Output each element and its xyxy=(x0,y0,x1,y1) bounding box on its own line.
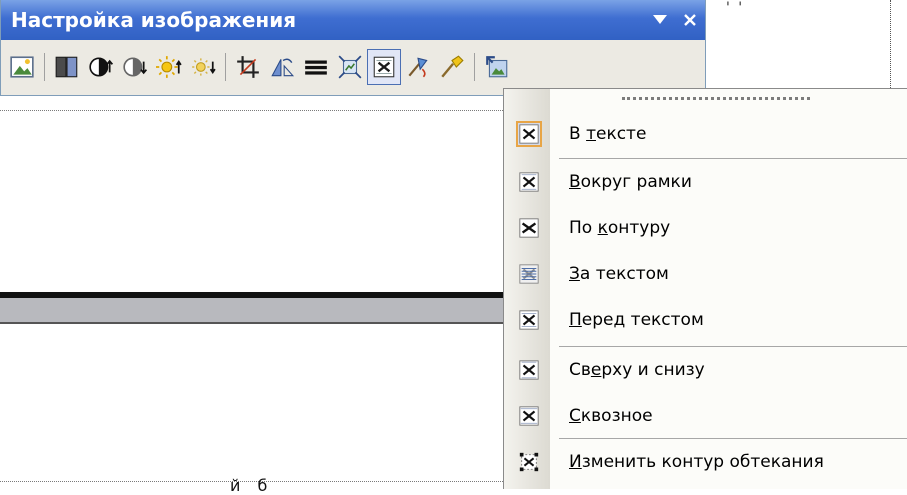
reset-picture-button[interactable] xyxy=(480,49,514,85)
menu-separator xyxy=(559,438,907,439)
format-picture-icon xyxy=(408,57,428,78)
in-front-of-text-icon xyxy=(519,310,539,330)
wrap-menu-item-through-wrap[interactable]: Сквозное xyxy=(504,393,907,439)
insert-picture-icon xyxy=(10,56,34,78)
wrap-menu-item-tight-wrap[interactable]: По контуру xyxy=(504,205,907,251)
menu-item-icon xyxy=(516,403,542,429)
menu-item-label: Сверху и снизу xyxy=(569,347,705,393)
text-wrapping-menu: В тексте Вокруг рамки По контуру За текстом… xyxy=(503,88,907,489)
crop-button[interactable] xyxy=(231,49,265,85)
document-text-fragment-bottom: й б xyxy=(230,476,274,495)
line-style-button[interactable] xyxy=(299,49,333,85)
compress-pictures-icon xyxy=(338,55,362,79)
behind-text-icon xyxy=(519,264,539,284)
wrap-menu-item-edit-wrap-points[interactable]: Изменить контур обтекания xyxy=(504,439,907,485)
more-contrast-icon xyxy=(89,57,114,77)
reset-picture-icon xyxy=(486,56,508,78)
label-part: В xyxy=(569,124,587,144)
text-wrapping-button[interactable] xyxy=(367,49,401,85)
more-contrast-button[interactable] xyxy=(84,49,118,85)
less-brightness-button[interactable] xyxy=(186,49,220,85)
compress-pictures-button[interactable] xyxy=(333,49,367,85)
access-key: В xyxy=(569,172,581,192)
rotate-left-icon xyxy=(271,58,295,77)
menu-separator xyxy=(559,346,907,347)
picture-toolbar: Настройка изображения xyxy=(0,0,706,96)
label-part: рху и снизу xyxy=(601,360,705,380)
less-brightness-icon xyxy=(192,58,216,76)
format-picture-button[interactable] xyxy=(401,49,435,85)
tight-wrap-icon xyxy=(519,218,539,238)
wrap-menu-item-square-wrap[interactable]: Вокруг рамки xyxy=(504,159,907,205)
triangle-down-icon xyxy=(653,15,667,24)
wrap-menu-item-in-front-of-text[interactable]: Перед текстом xyxy=(504,297,907,343)
menu-item-label: Сквозное xyxy=(569,393,653,439)
menu-item-label: В тексте xyxy=(569,111,646,157)
crop-icon xyxy=(237,56,259,78)
menu-item-icon xyxy=(516,121,542,147)
access-key: И xyxy=(569,452,582,472)
dotted-line-top xyxy=(0,110,503,111)
menu-item-label: Перед текстом xyxy=(569,297,704,343)
toolbar-separator xyxy=(225,53,226,81)
top-bottom-wrap-icon xyxy=(519,360,539,380)
line-style-icon xyxy=(305,60,327,75)
menu-item-label: Вокруг рамки xyxy=(569,159,692,205)
document-text-fragment: ' ' xyxy=(726,0,745,16)
toolbar-close-button[interactable] xyxy=(675,5,705,35)
toolbar-separator xyxy=(474,53,475,81)
color-icon xyxy=(55,56,78,78)
label-part: зменить контур обтекания xyxy=(581,452,824,472)
menu-item-icon xyxy=(516,307,542,333)
toolbar-buttons-row xyxy=(5,47,514,87)
less-contrast-button[interactable] xyxy=(118,49,152,85)
edit-wrap-points-icon xyxy=(519,452,539,472)
menu-item-icon xyxy=(516,449,542,475)
label-part: онтуру xyxy=(607,218,671,238)
wrap-menu-item-behind-text[interactable]: За текстом xyxy=(504,251,907,297)
access-key: С xyxy=(569,406,581,426)
wrap-menu-item-top-bottom-wrap[interactable]: Сверху и снизу xyxy=(504,347,907,393)
square-wrap-icon xyxy=(519,172,539,192)
rotate-left-button[interactable] xyxy=(265,49,299,85)
right-margin-line xyxy=(890,0,891,90)
access-key: П xyxy=(569,310,582,330)
menu-item-icon xyxy=(516,261,542,287)
access-key: е xyxy=(590,360,602,380)
menu-separator xyxy=(559,158,907,159)
access-key: З xyxy=(569,264,580,284)
menu-item-icon xyxy=(516,357,542,383)
in-line-with-text-icon xyxy=(519,124,539,144)
access-key: т xyxy=(586,124,596,144)
label-part: По xyxy=(569,218,598,238)
toolbar-options-button[interactable] xyxy=(645,5,675,35)
toolbar-titlebar[interactable]: Настройка изображения xyxy=(1,0,705,40)
close-icon xyxy=(684,14,696,26)
menu-item-label: По контуру xyxy=(569,205,670,251)
set-transparent-color-button[interactable] xyxy=(435,49,469,85)
text-wrapping-icon xyxy=(373,56,395,78)
wrap-menu-item-in-line-with-text[interactable]: В тексте xyxy=(504,111,907,157)
color-button[interactable] xyxy=(50,49,84,85)
menu-item-label: Изменить контур обтекания xyxy=(569,439,824,485)
less-contrast-icon xyxy=(123,57,148,77)
more-brightness-button[interactable] xyxy=(152,49,186,85)
access-key: к xyxy=(597,218,608,238)
label-part: Св xyxy=(569,360,591,380)
menu-item-icon xyxy=(516,169,542,195)
more-brightness-icon xyxy=(156,56,182,78)
label-part: ексте xyxy=(595,124,647,144)
menu-item-label: За текстом xyxy=(569,251,669,297)
label-part: округ рамки xyxy=(580,172,692,192)
menu-item-icon xyxy=(516,215,542,241)
toolbar-separator xyxy=(44,53,45,81)
through-wrap-icon xyxy=(519,406,539,426)
toolbar-title: Настройка изображения xyxy=(11,8,297,32)
set-transparent-color-icon xyxy=(441,55,464,78)
label-part: а текстом xyxy=(579,264,669,284)
insert-picture-button[interactable] xyxy=(5,49,39,85)
label-part: еред текстом xyxy=(581,310,704,330)
label-part: квозное xyxy=(580,406,653,426)
menu-drag-grip[interactable] xyxy=(622,97,810,100)
